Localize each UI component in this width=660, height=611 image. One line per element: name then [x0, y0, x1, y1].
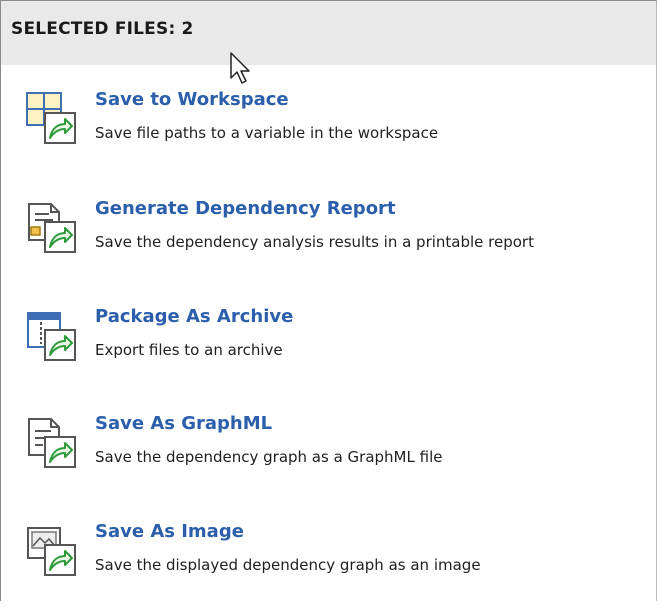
workspace-table-export-icon	[26, 92, 76, 144]
generate-dependency-report-description: Save the dependency analysis results in …	[95, 233, 534, 251]
save-to-workspace-link[interactable]: Save to Workspace	[95, 89, 289, 110]
archive-export-icon	[27, 312, 76, 361]
report-export-icon	[28, 203, 76, 253]
save-as-image-link[interactable]: Save As Image	[95, 521, 244, 542]
panel-header: SELECTED FILES: 2	[1, 1, 656, 84]
package-as-archive-description: Export files to an archive	[95, 341, 283, 359]
image-export-icon	[27, 527, 76, 576]
save-as-image-description: Save the displayed dependency graph as a…	[95, 556, 481, 574]
generate-dependency-report-link[interactable]: Generate Dependency Report	[95, 198, 396, 219]
export-panel: SELECTED FILES: 2 Save to Workspace Save…	[0, 0, 657, 601]
graphml-export-icon	[28, 418, 76, 468]
generate-dependency-report-item[interactable]: Generate Dependency Report Save the depe…	[1, 198, 657, 288]
package-as-archive-link[interactable]: Package As Archive	[95, 306, 293, 327]
save-as-graphml-description: Save the dependency graph as a GraphML f…	[95, 448, 443, 466]
save-to-workspace-description: Save file paths to a variable in the wor…	[95, 124, 439, 142]
save-as-graphml-item[interactable]: Save As GraphML Save the dependency grap…	[1, 413, 657, 503]
selected-files-title: SELECTED FILES: 2	[11, 19, 194, 39]
save-as-graphml-link[interactable]: Save As GraphML	[95, 413, 272, 434]
package-as-archive-item[interactable]: Package As Archive Export files to an ar…	[1, 306, 657, 396]
save-as-image-item[interactable]: Save As Image Save the displayed depende…	[1, 521, 657, 611]
save-to-workspace-item[interactable]: Save to Workspace Save file paths to a v…	[1, 89, 657, 179]
mouse-pointer-icon	[230, 52, 250, 84]
